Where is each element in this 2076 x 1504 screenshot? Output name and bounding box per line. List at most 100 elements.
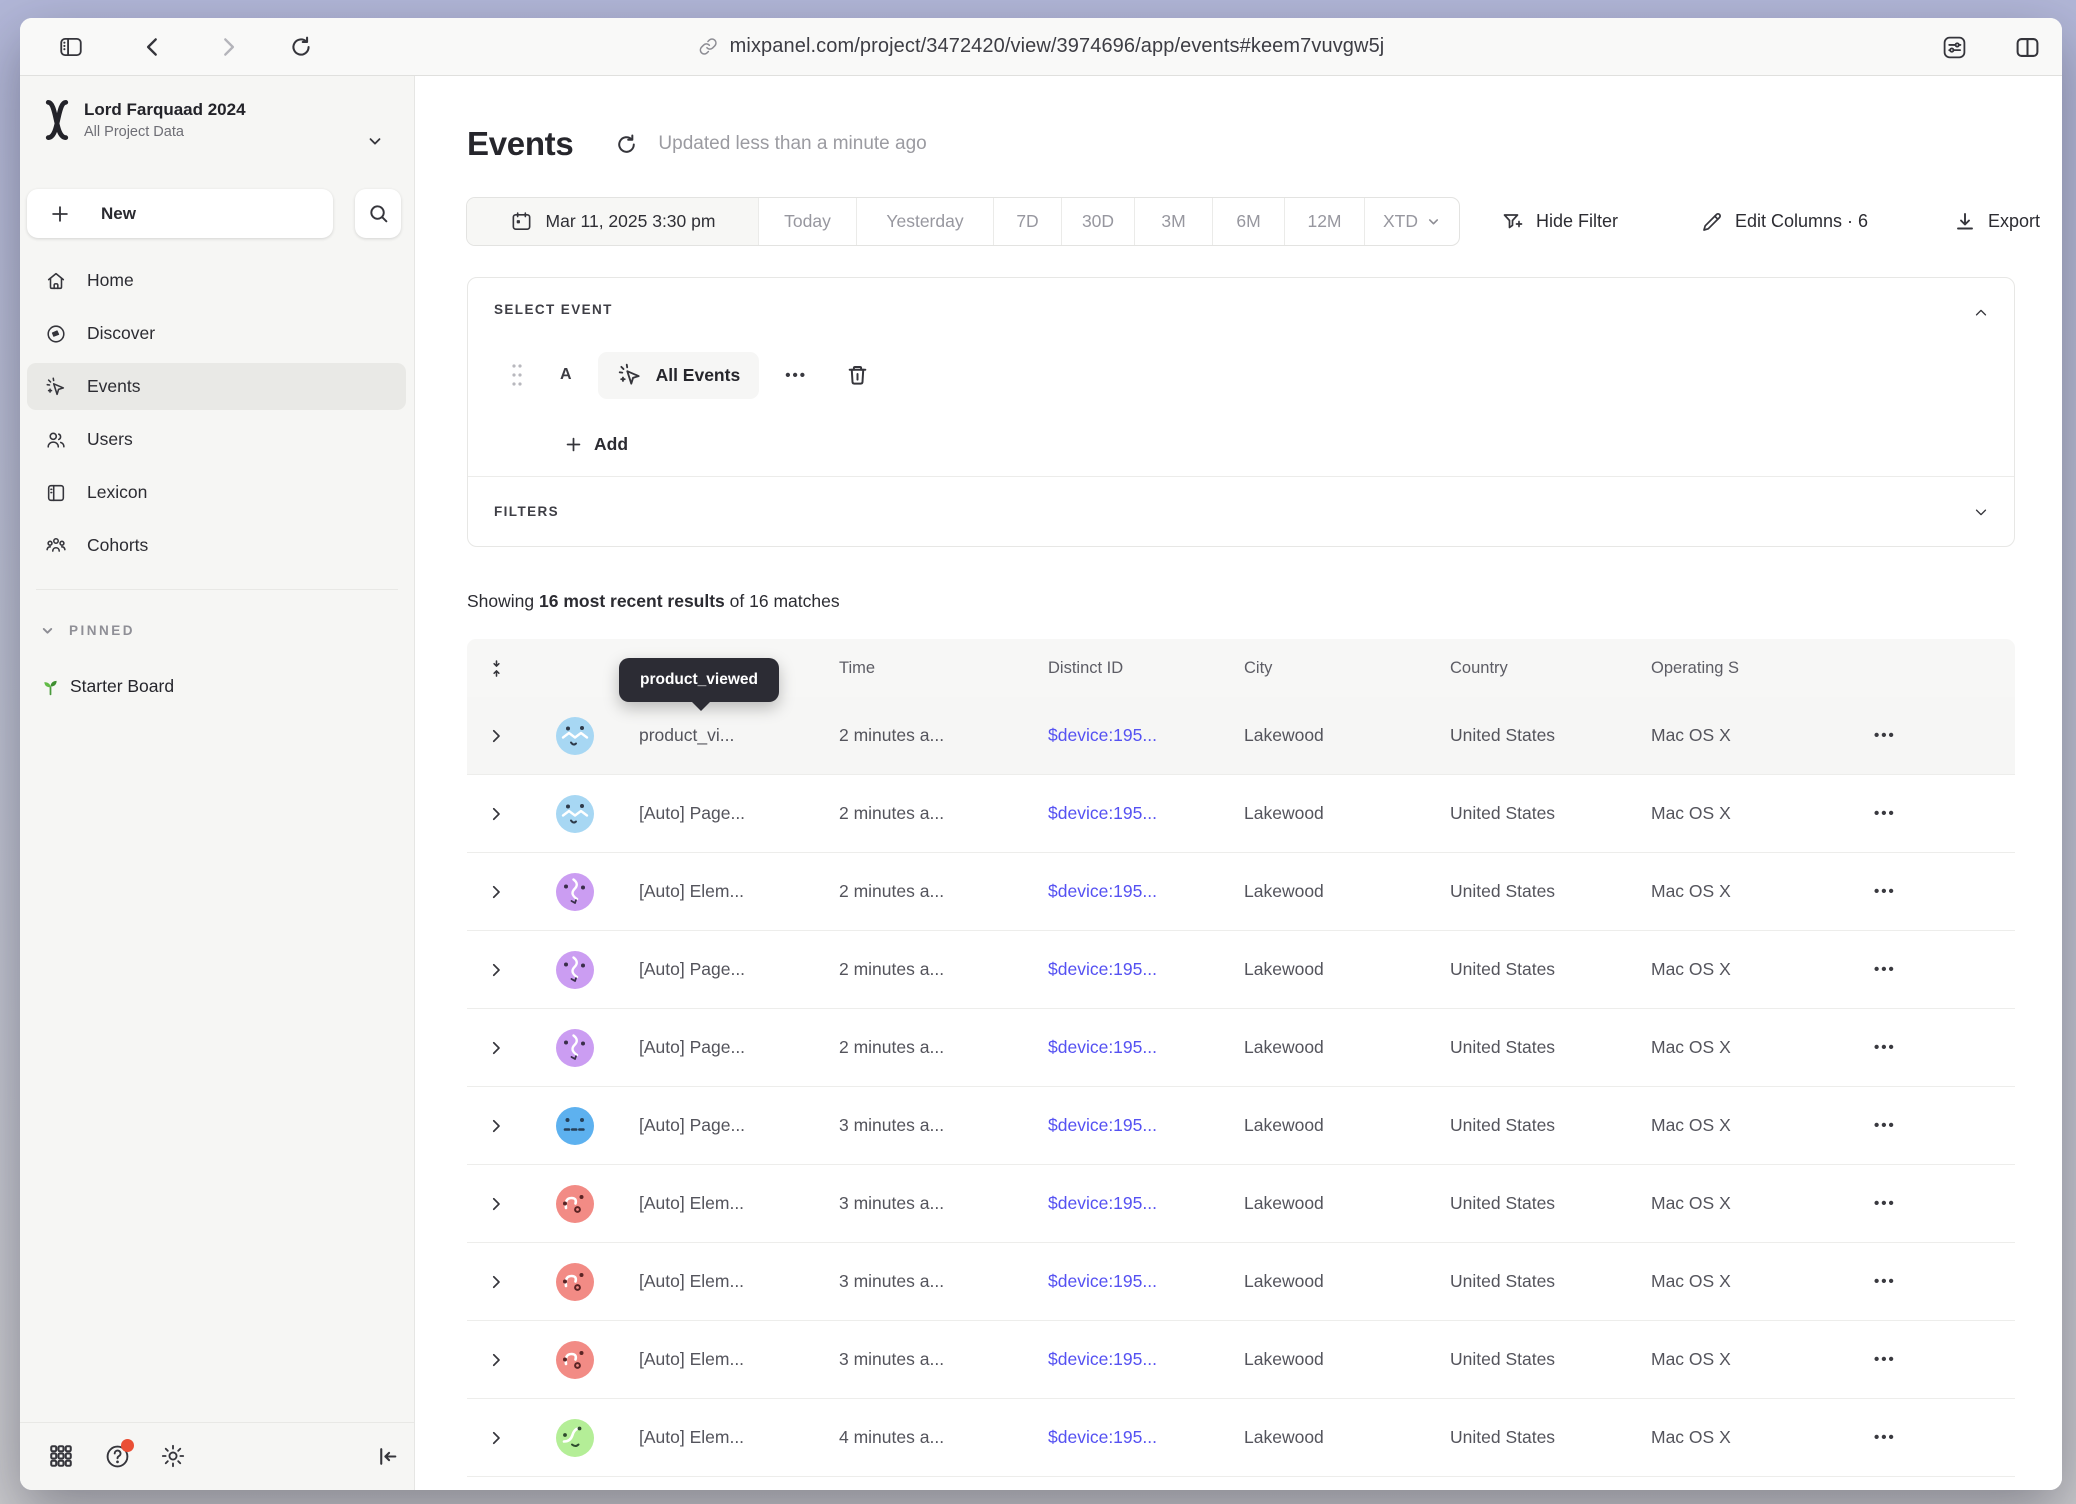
page-settings-button[interactable] [1939,32,1969,62]
preset-30d[interactable]: 30D [1062,198,1135,245]
distinct-id-link[interactable]: $device:195... [1048,1193,1244,1214]
preset-today[interactable]: Today [759,198,857,245]
row-more-button[interactable]: ••• [1874,727,2015,744]
expand-row-button[interactable] [467,1429,539,1447]
expand-row-button[interactable] [467,1195,539,1213]
row-more-button[interactable]: ••• [1874,961,2015,978]
distinct-id-link[interactable]: $device:195... [1048,959,1244,980]
table-row[interactable]: [Auto] Elem... 3 minutes a... $device:19… [467,1243,2015,1321]
expand-row-button[interactable] [467,961,539,979]
expand-row-button[interactable] [467,1273,539,1291]
browser-sidebar-toggle-button[interactable] [56,32,86,62]
split-view-button[interactable] [2012,32,2042,62]
row-more-button[interactable]: ••• [1874,1195,2015,1212]
table-row[interactable]: [Auto] Elem... 3 minutes a... $device:19… [467,1165,2015,1243]
event-name[interactable]: [Auto] Page... [639,1037,839,1058]
col-time[interactable]: Time [839,659,1048,678]
forward-button[interactable] [213,32,243,62]
distinct-id-link[interactable]: $device:195... [1048,881,1244,902]
distinct-id-link[interactable]: $device:195... [1048,1349,1244,1370]
address-bar[interactable]: mixpanel.com/project/3472420/view/397469… [698,18,1385,75]
reload-button[interactable] [286,32,316,62]
trash-icon[interactable] [845,363,870,388]
expand-row-button[interactable] [467,1039,539,1057]
collapse-sidebar-button[interactable] [372,1441,402,1471]
settings-button[interactable] [158,1441,188,1471]
col-distinct-id[interactable]: Distinct ID [1048,659,1244,678]
search-button[interactable] [355,189,401,238]
row-more-button[interactable]: ••• [1874,1351,2015,1368]
table-row[interactable]: [Auto] Elem... 4 minutes a... $device:19… [467,1399,2015,1477]
new-button[interactable]: New [27,189,333,238]
export-button[interactable]: Export [1953,197,2040,246]
chevron-down-icon[interactable] [1972,503,1990,521]
table-row[interactable]: [Auto] Elem... 2 minutes a... $device:19… [467,853,2015,931]
refresh-button[interactable] [614,132,639,157]
col-city[interactable]: City [1244,659,1450,678]
expand-row-button[interactable] [467,1117,539,1135]
sidebar-item-users[interactable]: Users [27,416,406,463]
sidebar-item-lexicon[interactable]: Lexicon [27,469,406,516]
chevron-up-icon[interactable] [1972,304,1990,322]
row-more-button[interactable]: ••• [1874,1039,2015,1056]
drag-handle-icon[interactable] [510,361,524,389]
filters-section[interactable]: FILTERS [468,477,2014,546]
preset-3m[interactable]: 3M [1135,198,1213,245]
event-name[interactable]: [Auto] Page... [639,959,839,980]
row-more-button[interactable]: ••• [1874,883,2015,900]
event-name[interactable]: [Auto] Elem... [639,1193,839,1214]
expand-row-button[interactable] [467,1351,539,1369]
expand-row-button[interactable] [467,805,539,823]
hide-filter-button[interactable]: Hide Filter [1501,197,1618,246]
preset-6m[interactable]: 6M [1213,198,1285,245]
row-more-button[interactable]: ••• [1874,1117,2015,1134]
row-more-button[interactable]: ••• [1874,1273,2015,1290]
collapse-all-icon[interactable] [467,659,539,678]
table-row[interactable] [467,1477,2015,1490]
table-row[interactable]: [Auto] Page... 2 minutes a... $device:19… [467,1009,2015,1087]
sidebar-item-cohorts[interactable]: Cohorts [27,522,406,569]
sidebar-item-starter-board[interactable]: Starter Board [40,676,174,697]
distinct-id-link[interactable]: $device:195... [1048,1115,1244,1136]
event-name[interactable]: [Auto] Page... [639,1115,839,1136]
add-event-button[interactable]: Add [564,434,654,455]
distinct-id-link[interactable]: $device:195... [1048,1037,1244,1058]
expand-row-button[interactable] [467,727,539,745]
event-name[interactable]: product_vi... [639,725,839,746]
apps-grid-button[interactable] [46,1441,76,1471]
help-button[interactable] [102,1441,132,1471]
distinct-id-link[interactable]: $device:195... [1048,803,1244,824]
preset-12m[interactable]: 12M [1285,198,1365,245]
edit-columns-button[interactable]: Edit Columns · 6 [1700,197,1868,246]
clause-more-button[interactable]: ••• [785,367,807,384]
distinct-id-link[interactable]: $device:195... [1048,725,1244,746]
back-button[interactable] [138,32,168,62]
distinct-id-link[interactable]: $device:195... [1048,1271,1244,1292]
expand-row-button[interactable] [467,883,539,901]
preset-xtd[interactable]: XTD [1365,198,1459,245]
pinned-section-header[interactable]: PINNED [40,623,135,638]
sidebar-item-home[interactable]: Home [27,257,406,304]
row-more-button[interactable]: ••• [1874,1429,2015,1446]
table-row[interactable]: [Auto] Page... 2 minutes a... $device:19… [467,931,2015,1009]
col-country[interactable]: Country [1450,659,1651,678]
table-row[interactable]: [Auto] Page... 2 minutes a... $device:19… [467,775,2015,853]
event-name[interactable]: [Auto] Elem... [639,1427,839,1448]
project-switcher[interactable]: Lord Farquaad 2024 All Project Data [42,98,402,142]
distinct-id-link[interactable]: $device:195... [1048,1427,1244,1448]
sidebar-item-discover[interactable]: Discover [27,310,406,357]
event-name[interactable]: [Auto] Page... [639,803,839,824]
preset-7d[interactable]: 7D [994,198,1062,245]
table-row[interactable]: [Auto] Page... 3 minutes a... $device:19… [467,1087,2015,1165]
row-more-button[interactable]: ••• [1874,805,2015,822]
col-os[interactable]: Operating S [1651,659,1874,678]
preset-yesterday[interactable]: Yesterday [857,198,994,245]
event-name[interactable]: [Auto] Elem... [639,1349,839,1370]
table-row[interactable]: [Auto] Elem... 3 minutes a... $device:19… [467,1321,2015,1399]
sidebar-item-events[interactable]: Events [27,363,406,410]
event-name[interactable]: [Auto] Elem... [639,1271,839,1292]
cohorts-icon [45,535,67,557]
date-value-segment[interactable]: Mar 11, 2025 3:30 pm [467,198,759,245]
event-name[interactable]: [Auto] Elem... [639,881,839,902]
event-selector-chip[interactable]: All Events [598,352,760,399]
